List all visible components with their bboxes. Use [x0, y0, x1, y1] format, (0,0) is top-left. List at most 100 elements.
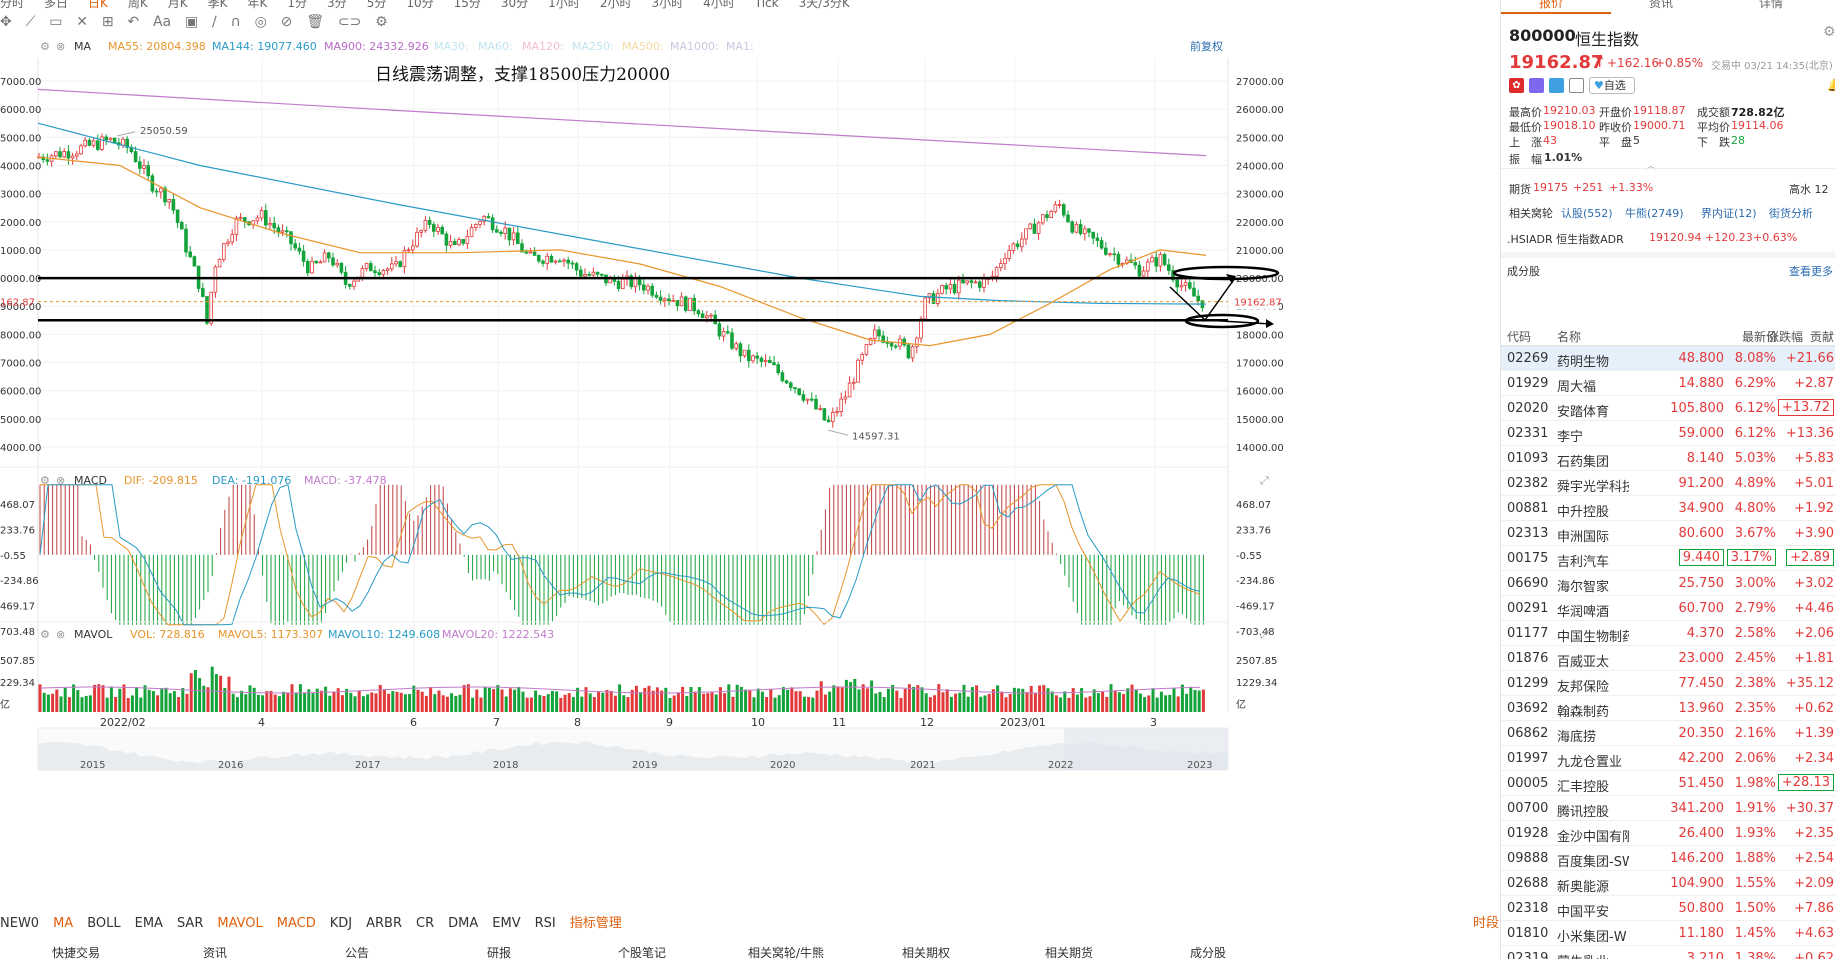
trash-icon[interactable]: 🗑 [306, 14, 324, 30]
timeshare-button[interactable]: 时段 [1473, 912, 1499, 931]
ma-legend-item[interactable]: MA500: [622, 40, 664, 53]
indicator-tab[interactable]: CR [416, 916, 434, 931]
chart-area[interactable]: ⚙ ⊗ MA MA55: 20804.398 MA144: 19077.460 MA900… [0, 39, 1500, 920]
magnet-icon[interactable]: ∩ [231, 14, 241, 30]
table-row[interactable]: 02382 舜宇光学科技 91.200 4.89% +5.01 [1501, 471, 1835, 496]
hide-icon[interactable]: ⊘ [281, 14, 293, 30]
tab-news[interactable]: 资讯 [1649, 0, 1673, 11]
ma-legend-item[interactable]: MA30: [434, 40, 469, 53]
period-tab[interactable]: 分时 [0, 0, 24, 9]
ma-legend-item[interactable]: MA60: [478, 40, 513, 53]
settings-icon[interactable]: ⚙ [40, 628, 50, 641]
overview-navigator[interactable]: 2015 2016 2017 2018 2019 2020 2021 2022 2023 [37, 727, 1229, 771]
chevron-up-icon[interactable]: ︿ [1646, 157, 1656, 172]
indicator-tab[interactable]: ARBR [366, 916, 402, 931]
table-row[interactable]: 03692 翰森制药 13.960 2.35% +0.62 [1501, 696, 1835, 721]
indicator-tab[interactable]: MAVOL [217, 916, 262, 931]
period-tab[interactable]: 2小时 [600, 0, 632, 9]
table-row[interactable]: 01299 友邦保险 77.450 2.38% +35.12 [1501, 671, 1835, 696]
ma-legend-item[interactable]: MA250: [572, 40, 614, 53]
related-cbbc[interactable]: 牛熊(2749) [1625, 205, 1684, 221]
column-header[interactable]: 涨跌幅 [1767, 328, 1803, 345]
tab-quote[interactable]: 报价 [1539, 0, 1563, 11]
arrow-tool-icon[interactable]: ↶ [127, 14, 139, 30]
table-row[interactable]: 01093 石药集团 8.140 5.03% +5.83 [1501, 446, 1835, 471]
period-tab[interactable]: 3分 [327, 0, 347, 9]
bottom-nav-item[interactable]: 相关窝轮/牛熊 [748, 944, 824, 959]
table-row[interactable]: 02269 药明生物 48.800 8.08% +21.66 [1501, 346, 1835, 371]
view-more-link[interactable]: 查看更多 [1789, 263, 1833, 279]
bottom-nav-item[interactable]: 相关期权 [902, 944, 950, 959]
table-row[interactable]: 01177 中国生物制药 4.370 2.58% +2.06 [1501, 621, 1835, 646]
adr-label[interactable]: .HSIADR 恒生指数ADR [1507, 231, 1624, 247]
period-tab[interactable]: 30分 [501, 0, 528, 9]
mavol-label[interactable]: MAVOL [74, 628, 113, 641]
related-street[interactable]: 街货分析 [1769, 205, 1813, 221]
table-row[interactable]: 06862 海底捞 20.350 2.16% +1.39 [1501, 721, 1835, 746]
table-row[interactable]: 02688 新奥能源 104.900 1.55% +2.09 [1501, 871, 1835, 896]
ma-legend-item[interactable]: MA120: [522, 40, 564, 53]
table-row[interactable]: 01929 周大福 14.880 6.29% +2.87 [1501, 371, 1835, 396]
period-tab[interactable]: 1分 [287, 0, 307, 9]
vol-legend[interactable]: VOL: 728.816 [130, 628, 205, 641]
table-row[interactable]: 00291 华润啤酒 60.700 2.79% +4.46 [1501, 596, 1835, 621]
related-inline[interactable]: 界内证(12) [1701, 205, 1757, 221]
ma-legend-item[interactable]: MA55: 20804.398 [108, 40, 206, 53]
dea-legend[interactable]: DEA: -191.076 [212, 474, 291, 487]
link-icon[interactable]: ⊂⊃ [338, 14, 361, 30]
indicator-tab[interactable]: 指标管理 [570, 912, 622, 931]
indicator-tab[interactable]: RSI [535, 916, 556, 931]
table-row[interactable]: 02318 中国平安 50.800 1.50% +7.86 [1501, 896, 1835, 921]
period-tab[interactable]: 1小时 [548, 0, 580, 9]
pen-tool-icon[interactable]: ∕ [212, 14, 217, 30]
bell-icon[interactable]: 🔔 [1827, 78, 1835, 92]
period-tab[interactable]: 季K [208, 0, 228, 9]
table-row[interactable]: 06690 海尔智家 25.750 3.00% +3.02 [1501, 571, 1835, 596]
indicator-tab[interactable]: NEW0 [0, 916, 39, 931]
period-tab[interactable]: 多日 [44, 0, 68, 9]
ma-legend-item[interactable]: MA1: [726, 40, 754, 53]
close-icon[interactable]: ⊗ [56, 40, 65, 53]
adjust-label[interactable]: 前复权 [1190, 39, 1223, 53]
text-tool-icon[interactable]: Aa [153, 14, 171, 30]
ma-legend-item[interactable]: MA144: 19077.460 [212, 40, 317, 53]
table-row[interactable]: 02020 安踏体育 105.800 6.12% +13.72 [1501, 396, 1835, 421]
tab-detail[interactable]: 详情 [1759, 0, 1783, 11]
period-tab[interactable]: 5分 [367, 0, 387, 9]
eye-icon[interactable]: ◎ [255, 14, 267, 30]
gear-icon[interactable]: ⚙ [1823, 24, 1835, 40]
expand-icon[interactable]: ⤢ [1260, 474, 1269, 487]
period-tab[interactable]: 周K [128, 0, 148, 9]
period-tab[interactable]: 3小时 [651, 0, 683, 9]
mavol20-legend[interactable]: MAVOL20: 1222.543 [442, 628, 554, 641]
table-row[interactable]: 01997 九龙仓置业 42.200 2.06% +2.34 [1501, 746, 1835, 771]
period-tab[interactable]: 10分 [406, 0, 433, 9]
table-row[interactable]: 01876 百威亚太 23.000 2.45% +1.81 [1501, 646, 1835, 671]
period-tab[interactable]: 15分 [454, 0, 481, 9]
note-tool-icon[interactable]: ▣ [185, 14, 198, 30]
period-tab[interactable]: Tick [755, 0, 779, 9]
rect-tool-icon[interactable]: ▭ [49, 14, 62, 30]
indicator-tab[interactable]: KDJ [330, 916, 352, 931]
table-row[interactable]: 01810 小米集团-W 11.180 1.45% +4.63 [1501, 921, 1835, 946]
table-row[interactable]: 02331 李宁 59.000 6.12% +13.36 [1501, 421, 1835, 446]
macd-value-legend[interactable]: MACD: -37.478 [304, 474, 387, 487]
table-row[interactable]: 00175 吉利汽车 9.440 3.17% +2.89 [1501, 546, 1835, 571]
period-tab[interactable]: 年K [248, 0, 268, 9]
column-header[interactable]: 代码 [1507, 328, 1531, 345]
table-row[interactable]: 02319 蒙牛乳业 3.210 1.38% +0.62 [1501, 946, 1835, 959]
indicator-tab[interactable]: EMA [135, 916, 163, 931]
indicator-tab[interactable]: MACD [277, 916, 316, 931]
related-warrants[interactable]: 认股(552) [1561, 205, 1613, 221]
bottom-nav-item[interactable]: 成分股 [1190, 944, 1226, 959]
indicator-tab[interactable]: MA [53, 916, 73, 931]
dif-legend[interactable]: DIF: -209.815 [124, 474, 198, 487]
bottom-nav-item[interactable]: 个股笔记 [618, 944, 666, 959]
bottom-nav-item[interactable]: 研报 [487, 944, 511, 959]
expand-icon[interactable]: ⤢ [1260, 628, 1269, 641]
column-header[interactable]: 贡献 [1810, 328, 1834, 345]
line-tool-icon[interactable]: ⟋ [26, 14, 36, 30]
ma-legend-item[interactable]: MA900: 24332.926 [324, 40, 429, 53]
table-row[interactable]: 00881 中升控股 34.900 4.80% +1.92 [1501, 496, 1835, 521]
watchlist-button[interactable]: ♥自选 [1589, 77, 1635, 94]
